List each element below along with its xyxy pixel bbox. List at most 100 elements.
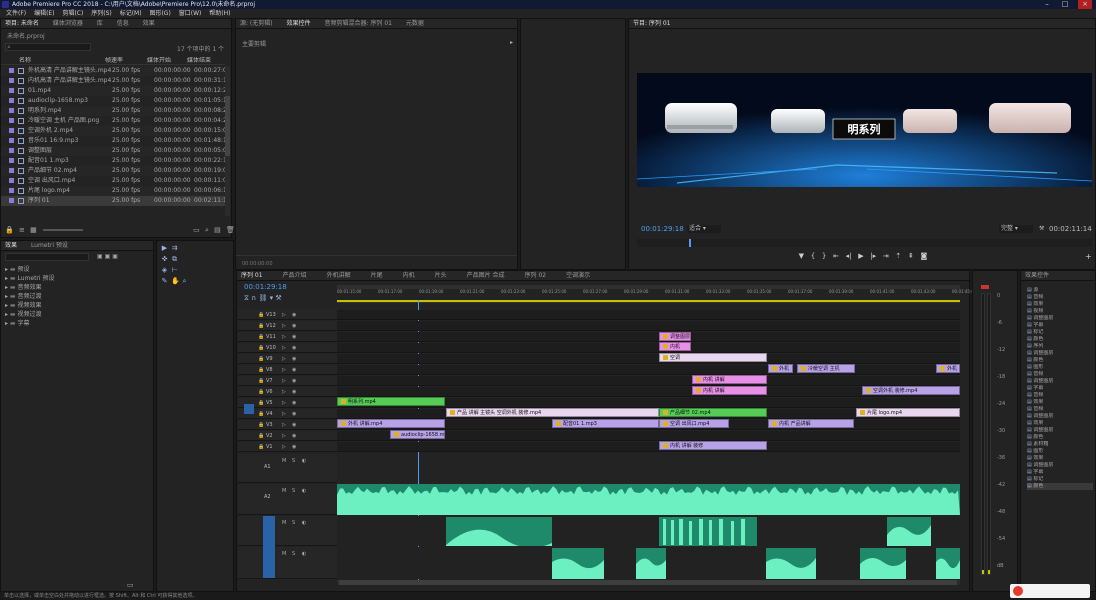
audio-clip-sfx-1[interactable] [552, 548, 604, 579]
timeline-tab[interactable]: 片尾 [371, 271, 383, 280]
video-track-label[interactable]: V5 [266, 398, 273, 408]
export-frame-icon[interactable]: ◙ [921, 252, 928, 260]
menu-window[interactable]: 窗口(W) [179, 9, 202, 18]
audio-clip-sfx-5[interactable] [936, 548, 960, 579]
video-track-label[interactable]: V6 [266, 387, 273, 397]
audio-track-label[interactable]: A2 [264, 492, 271, 502]
right-panel-item[interactable]: ▤ 调整图层 [1027, 350, 1093, 357]
right-panel-item[interactable]: ▤ 效果 [1027, 455, 1093, 462]
tab-lumetri-presets[interactable]: Lumetri 预设 [31, 241, 68, 250]
right-panel-item[interactable]: ▤ 颜色 [1027, 434, 1093, 441]
mute-icon[interactable]: M [282, 456, 286, 466]
video-clip[interactable]: 内机 讲解 装修 [659, 441, 767, 450]
eye-icon[interactable]: ◉ [292, 343, 296, 353]
playhead-marker[interactable] [689, 239, 691, 247]
add-button-icon[interactable]: + [1085, 252, 1092, 261]
eye-icon[interactable]: ◉ [292, 431, 296, 441]
effects-folder-item[interactable]: ▸ ▬ 视频过渡 [5, 310, 145, 319]
project-scrollbar[interactable] [225, 66, 230, 216]
effects-folder-item[interactable]: ▸ ▬ Lumetri 预设 [5, 274, 145, 283]
slip-tool-icon[interactable]: ⊢ [171, 267, 178, 274]
right-panel-item[interactable]: ▤ 效果 [1027, 420, 1093, 427]
eye-icon[interactable]: ◉ [292, 442, 296, 452]
program-scrubber[interactable] [637, 239, 1092, 247]
audio-clip-sfx-2[interactable] [636, 548, 666, 579]
clear-icon[interactable]: 🗑 [226, 226, 235, 234]
track-lock-icon[interactable]: 🔒 [258, 442, 264, 452]
video-track-label[interactable]: V8 [266, 365, 273, 375]
right-panel-item[interactable]: ▤ 效果 [1027, 301, 1093, 308]
lift-icon[interactable]: ⇡ [895, 252, 901, 260]
ripple-edit-tool-icon[interactable]: ✜ [161, 256, 168, 263]
target-track-a2[interactable] [263, 516, 275, 578]
sync-lock-icon[interactable]: ▷ [282, 310, 286, 320]
video-track-label[interactable]: V2 [266, 431, 273, 441]
sync-lock-icon[interactable]: ▷ [282, 420, 286, 430]
add-marker-timeline-icon[interactable]: ▾ [270, 294, 274, 302]
right-panel-item[interactable]: ▤ 字幕 [1027, 469, 1093, 476]
audio-clip-voice-2[interactable] [659, 517, 757, 546]
step-back-icon[interactable]: ◂| [846, 252, 852, 260]
zoom-slider[interactable] [42, 229, 83, 231]
tab-libraries[interactable]: 库 [97, 19, 103, 28]
solo-icon[interactable]: S [292, 486, 295, 496]
audio-track-label[interactable]: A1 [264, 462, 271, 472]
tab-info[interactable]: 信息 [117, 19, 129, 28]
project-search-input[interactable] [5, 43, 91, 51]
timeline-tab[interactable]: 内机 [403, 271, 415, 280]
tab-media-browser[interactable]: 媒体浏览器 [53, 19, 83, 28]
selection-tool-icon[interactable]: ▶ [161, 245, 168, 252]
tab-source[interactable]: 源: (无剪辑) [240, 19, 273, 28]
yuv-icon[interactable]: ▣ [112, 253, 118, 260]
col-name[interactable]: 名称 [1, 57, 105, 65]
timeline-tab[interactable]: 产品介绍 [283, 271, 307, 280]
project-row[interactable]: 空调 出风口.mp4 25.00 fps 00:00:00:00 00:00:11:0… [1, 176, 225, 186]
timeline-tab[interactable]: 空调演示 [566, 271, 590, 280]
right-panel-item[interactable]: ▤ 调整图层 [1027, 378, 1093, 385]
close-icon[interactable]: × [1078, 0, 1092, 9]
video-clip[interactable]: 产品细节 02.mp4 [659, 408, 767, 417]
project-row[interactable]: 外机高清 产品讲解主镜头.mp425.00 fps 00:00:00:00 00:0… [1, 66, 225, 76]
eye-icon[interactable]: ◉ [292, 420, 296, 430]
go-to-out-icon[interactable]: ⇥ [883, 252, 889, 260]
effects-folder-item[interactable]: ▸ ▬ 音频过渡 [5, 292, 145, 301]
accelerated-icon[interactable]: ▣ [97, 253, 103, 260]
new-folder-icon[interactable]: ▭ [127, 581, 134, 589]
fit-dropdown[interactable]: 适合 ▾ [687, 225, 721, 233]
effects-search-input[interactable] [5, 253, 89, 261]
video-track-label[interactable]: V10 [266, 343, 276, 353]
video-clip[interactable]: 产品 讲解 主镜头 空调外机 装修.mp4 [446, 408, 659, 417]
track-lock-icon[interactable]: 🔒 [258, 321, 264, 331]
video-track-label[interactable]: V1 [266, 442, 273, 452]
timeline-tab[interactable]: 序列 02 [525, 271, 547, 280]
sync-lock-icon[interactable]: ▷ [282, 398, 286, 408]
project-row[interactable]: 01.mp4 25.00 fps 00:00:00:0000:00:12:20 [1, 86, 225, 96]
track-lock-icon[interactable]: 🔒 [258, 431, 264, 441]
tab-program[interactable]: 节目: 序列 01 [633, 19, 670, 28]
video-track-label[interactable]: V9 [266, 354, 273, 364]
video-clip[interactable]: 空调 出风口.mp4 [659, 419, 729, 428]
effects-folder-item[interactable]: ▸ ▬ 视频效果 [5, 301, 145, 310]
eye-icon[interactable]: ◉ [292, 321, 296, 331]
new-item-icon[interactable]: ▤ [214, 226, 221, 234]
right-panel-title[interactable]: 效果控件 [1025, 271, 1049, 280]
project-row[interactable]: 序列 01 25.00 fps 00:00:00:0000:02:11:14 [1, 196, 225, 206]
track-lock-icon[interactable]: 🔒 [258, 332, 264, 342]
video-clip[interactable]: 外机 讲解.mp4 [337, 419, 445, 428]
find-icon[interactable]: ⌕ [205, 226, 209, 234]
video-clip[interactable]: 冷暖空调 主机 [797, 364, 855, 373]
track-lock-icon[interactable]: 🔒 [258, 409, 264, 419]
eye-icon[interactable]: ◉ [292, 310, 296, 320]
audio-clip-voice-1[interactable] [446, 517, 552, 546]
solo-icon[interactable]: S [292, 518, 295, 528]
track-lock-icon[interactable]: 🔒 [258, 365, 264, 375]
eye-icon[interactable]: ◉ [292, 365, 296, 375]
video-clip[interactable]: 片尾 logo.mp4 [856, 408, 960, 417]
project-row[interactable]: 空调外机 2.mp4 25.00 fps 00:00:00:00 00:00:15:0… [1, 126, 225, 136]
record-mic-icon[interactable]: ◐ [302, 486, 306, 496]
mute-icon[interactable]: M [282, 518, 286, 528]
video-clip[interactable]: 内机 [659, 342, 691, 351]
menu-graphics[interactable]: 图形(G) [149, 9, 170, 18]
timeline-settings-icon[interactable]: ⚒ [275, 294, 281, 302]
sync-lock-icon[interactable]: ▷ [282, 321, 286, 331]
